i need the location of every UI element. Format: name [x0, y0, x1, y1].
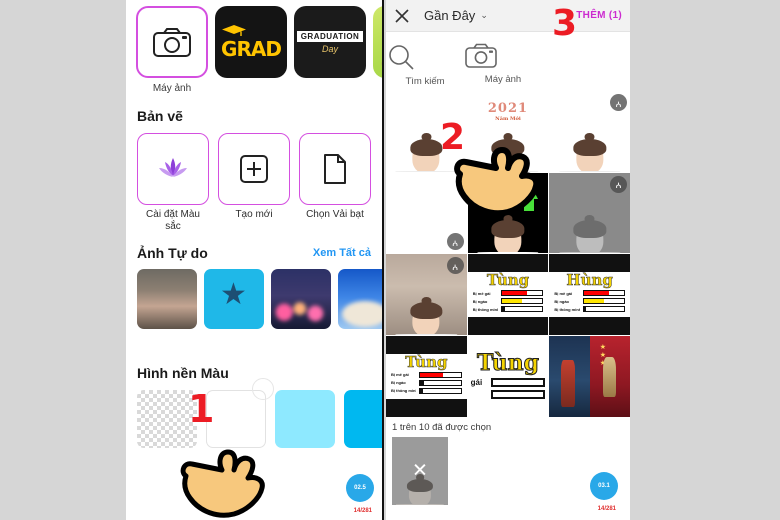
grad-template-label: GRAD [221, 36, 282, 61]
grid-meme-cell[interactable]: Tùng Bị mê gái Bị ngáo Bị thông minh [467, 254, 549, 336]
color-settings-label: Cài đặt Màu sắc [146, 209, 200, 232]
grid-meme-cell[interactable]: Tùng Bị mê gái Bị ngáo Bị thông minh [386, 336, 467, 417]
meme-stat-label: Bị mê gái [391, 372, 409, 378]
free-photo-thumb[interactable] [204, 269, 264, 329]
cutout-badge-icon: ꭅ [609, 175, 627, 193]
meme-name: Tùng [405, 352, 448, 371]
camera-icon [465, 43, 497, 68]
plus-box-icon [240, 155, 268, 183]
meme-stats: Bị mê gái Bị ngáo Bị thông minh [468, 288, 549, 314]
create-new-label: Tạo mới [235, 209, 273, 220]
meme-name: Hùng [566, 271, 613, 290]
gallery-title[interactable]: Gần Đây [424, 8, 475, 23]
camera-template-label: Máy ảnh [152, 83, 192, 94]
gallery-header: Gần Đây ⌄ THÊM (1) [386, 0, 630, 32]
document-icon [324, 154, 346, 184]
meme-stat-label: Bị mê gái [554, 290, 573, 296]
grid-meme-cell[interactable]: Tùng gái [467, 336, 549, 417]
meme-stat-label: Bị ngáo [391, 380, 406, 386]
close-icon[interactable] [395, 9, 409, 23]
grid-game-cell[interactable] [549, 336, 630, 417]
meme-stats: Bị mê gái Bị ngáo Bị thông minh [549, 288, 630, 314]
selection-status: 1 trên 10 đã được chọn [392, 421, 492, 433]
year-sticker: 2021 Năm Mới [488, 101, 528, 122]
left-watermark-badge: 02.5 [346, 474, 374, 502]
meme-stat-label: Bị thông minh [554, 306, 580, 312]
graduation-day-sub: Day [321, 43, 338, 54]
see-all-link[interactable]: Xem Tất cả [313, 247, 371, 259]
template-caption-row: Máy ảnh [126, 78, 382, 94]
lotus-icon [159, 158, 187, 177]
game-thumb [549, 336, 590, 417]
grad-template-tile[interactable]: GRAD [215, 6, 287, 78]
camera-tool[interactable]: Máy ảnh [464, 42, 542, 87]
meme-stat-label: Bị ngáo [554, 298, 569, 304]
left-watermark-red: 14/281 [353, 508, 372, 514]
hand-pointer-icon [454, 147, 540, 217]
graduation-cap-icon [222, 24, 247, 36]
choose-canvas-button[interactable] [299, 133, 371, 205]
cutout-badge-icon: ꭅ [446, 257, 464, 275]
choose-canvas-label: Chọn Vải bạt [306, 209, 364, 220]
free-photos-header: Ảnh Tự do Xem Tất cả [137, 245, 371, 261]
grid-photo-cell[interactable]: ꭅ [386, 254, 467, 335]
free-photos-title: Ảnh Tự do [137, 245, 208, 261]
meme-name: Tùng [476, 349, 540, 376]
more-button[interactable]: THÊM (1) [576, 10, 622, 21]
grid-photo-cell[interactable]: ꭅ [549, 91, 630, 172]
swatch-light-cyan[interactable] [275, 390, 335, 448]
annotation-step-1: 1 [188, 387, 215, 431]
free-photo-thumb[interactable] [271, 269, 331, 329]
flower-template-tile[interactable] [373, 6, 382, 78]
template-row: GRAD GRADUATION Day [126, 0, 382, 78]
right-phone-screen: Gần Đây ⌄ THÊM (1) Tìm kiếm Máy ảnh 2021… [386, 0, 630, 520]
search-tool[interactable]: Tìm kiếm [386, 42, 464, 87]
graduation-day-template-tile[interactable]: GRADUATION Day [294, 6, 366, 78]
annotation-step-3: 3 [552, 3, 578, 44]
meme-stat-label: Bị ngáo [472, 298, 488, 304]
camera-icon [153, 28, 191, 57]
graduation-day-label: GRADUATION [296, 30, 364, 42]
meme-stat-label: Bị thông minh [391, 388, 417, 394]
meme-name: Tùng [486, 271, 530, 290]
color-settings-button[interactable] [137, 133, 209, 205]
draw-caption-row: Cài đặt Màu sắc Tạo mới Chọn Vải bạt [126, 205, 382, 233]
swatch-blue[interactable] [344, 390, 382, 448]
draw-row [126, 133, 382, 205]
remove-selection-icon[interactable]: ✕ [412, 459, 428, 482]
gallery-tools-row: Tìm kiếm Máy ảnh [386, 32, 630, 91]
year-sticker-sub: Năm Mới [495, 115, 521, 122]
cutout-badge-icon: ꭅ [446, 233, 464, 251]
year-sticker-text: 2021 [487, 100, 529, 116]
draw-section-title: Bản vẽ [137, 108, 183, 124]
grid-meme-cell[interactable]: Hùng Bị mê gái Bị ngáo Bị thông minh [549, 254, 630, 335]
free-photos-row [126, 269, 382, 329]
grid-photo-cell[interactable]: ꭅ [549, 172, 630, 254]
game-thumb [589, 336, 630, 417]
cutout-badge-icon: ꭅ [609, 94, 627, 111]
hand-pointer-icon [180, 449, 265, 518]
meme-stats: Bị mê gái Bị ngáo Bị thông minh [386, 370, 467, 396]
meme-stat-label: gái [470, 377, 483, 387]
chevron-down-icon[interactable]: ⌄ [480, 10, 488, 21]
selected-thumb[interactable]: ✕ [392, 436, 448, 505]
meme-stat-label: Bị mê gái [472, 290, 491, 296]
right-watermark-badge: 03.1 [590, 472, 618, 500]
free-photo-thumb[interactable] [137, 269, 197, 329]
search-tool-label: Tìm kiếm [405, 76, 445, 87]
camera-tool-label: Máy ảnh [484, 74, 522, 85]
create-new-button[interactable] [218, 133, 290, 205]
free-photo-thumb[interactable] [338, 269, 382, 329]
selection-circle-hint [252, 378, 274, 400]
meme-stat-label: Bị thông minh [472, 306, 499, 312]
right-watermark-red: 14/281 [597, 506, 616, 512]
search-icon [389, 45, 414, 70]
camera-template-tile[interactable] [136, 6, 208, 78]
